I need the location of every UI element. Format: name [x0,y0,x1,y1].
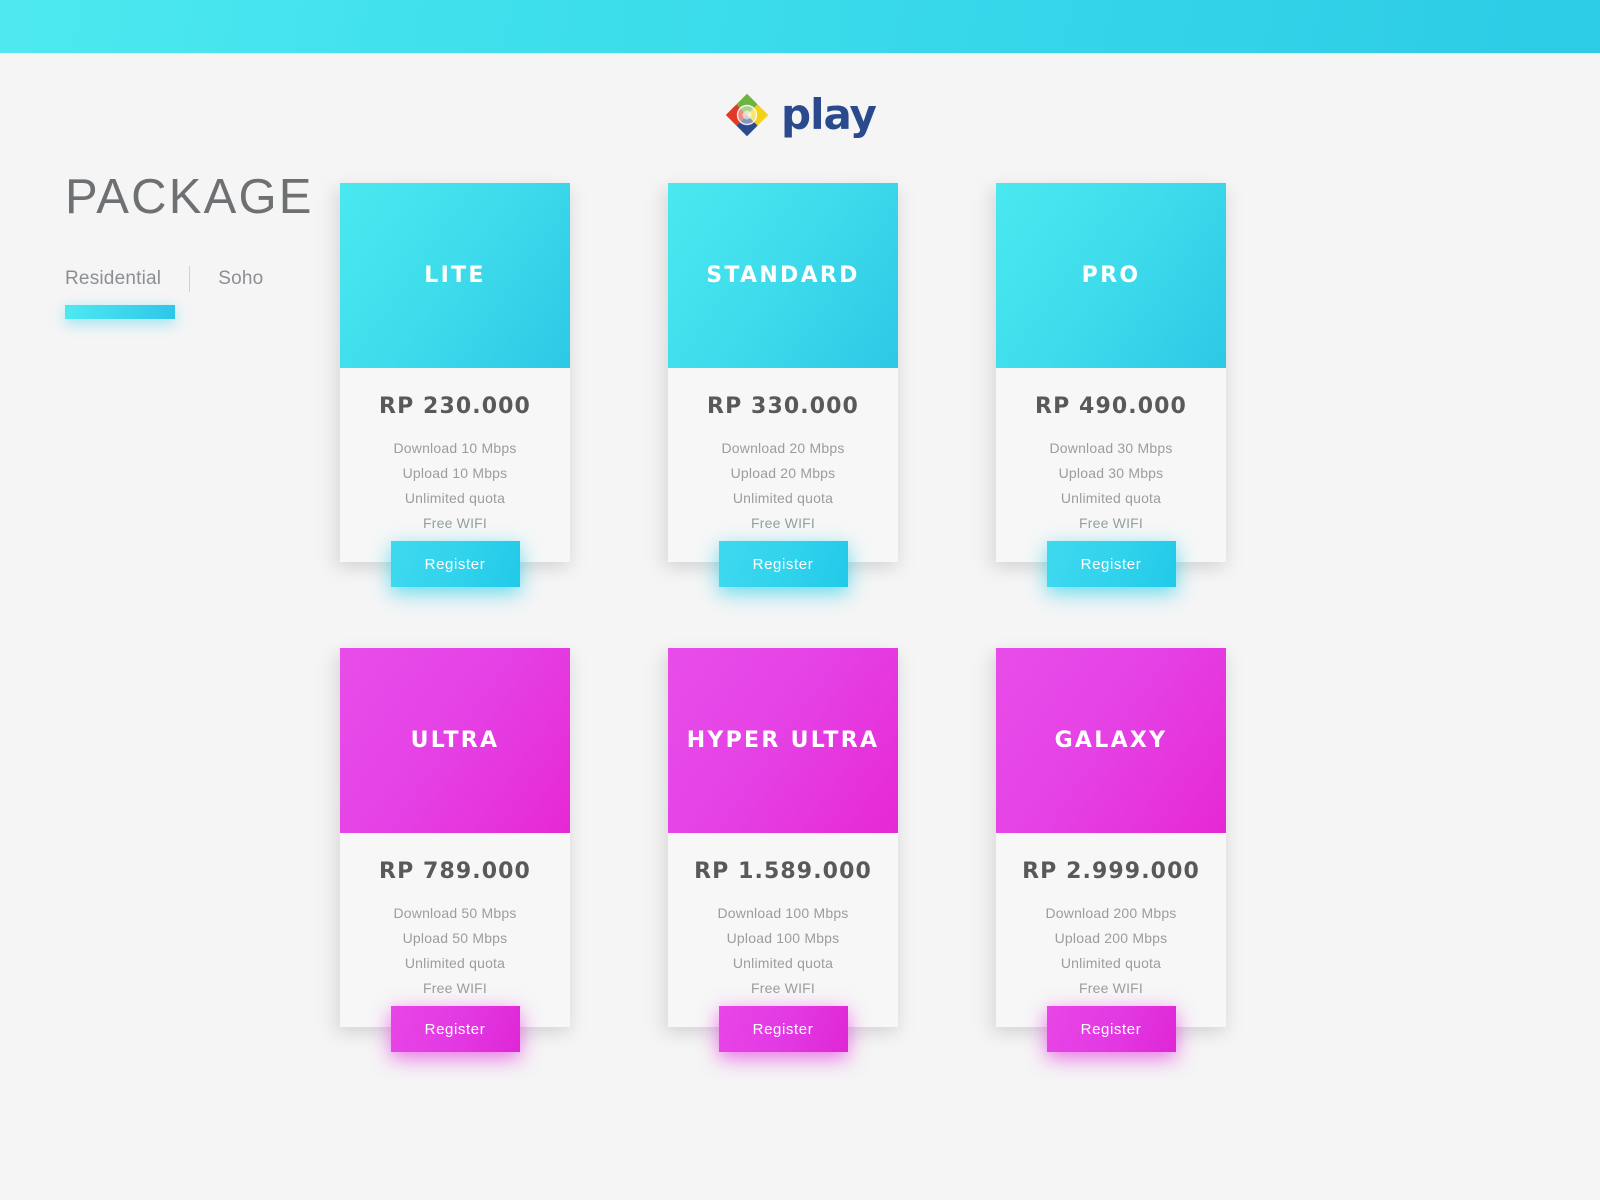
register-button-wrap: Register [996,541,1226,587]
tab-divider [189,266,191,292]
package-price: RP 2.999.000 [1022,859,1200,884]
package-heading-block: PACKAGE Residential Soho [65,173,355,319]
register-button[interactable]: Register [1046,1006,1176,1052]
register-button[interactable]: Register [718,1006,848,1052]
package-name: LITE [424,263,486,288]
package-card-pro[interactable]: PRO RP 490.000 Download 30 Mbps Upload 3… [996,183,1226,587]
feature-download: Download 50 Mbps [393,905,517,921]
feature-download: Download 30 Mbps [1049,440,1173,456]
tab-soho[interactable]: Soho [218,267,263,291]
card-header: ULTRA [340,648,570,833]
register-button[interactable]: Register [390,1006,520,1052]
feature-quota: Unlimited quota [732,490,834,506]
package-name: GALAXY [1054,728,1168,753]
package-name: ULTRA [410,728,500,753]
feature-quota: Unlimited quota [1060,955,1162,971]
tab-residential[interactable]: Residential [65,267,161,291]
package-name: HYPER ULTRA [686,728,880,753]
package-card-standard[interactable]: STANDARD RP 330.000 Download 20 Mbps Upl… [668,183,898,587]
feature-wifi: Free WIFI [1078,980,1144,996]
feature-upload: Upload 10 Mbps [402,465,508,481]
feature-quota: Unlimited quota [732,955,834,971]
package-price: RP 230.000 [379,394,531,419]
feature-quota: Unlimited quota [1060,490,1162,506]
register-button-wrap: Register [996,1006,1226,1052]
feature-wifi: Free WIFI [422,980,488,996]
card-body: RP 330.000 Download 20 Mbps Upload 20 Mb… [668,368,898,536]
card-body: RP 789.000 Download 50 Mbps Upload 50 Mb… [340,833,570,1001]
register-button[interactable]: Register [390,541,520,587]
package-name: PRO [1081,263,1141,288]
package-name: STANDARD [706,263,860,288]
card-header: LITE [340,183,570,368]
package-price: RP 330.000 [707,394,859,419]
feature-quota: Unlimited quota [404,490,506,506]
active-tab-indicator [65,305,175,319]
register-button-wrap: Register [340,1006,570,1052]
play-diamond-logo-icon [724,92,770,138]
feature-wifi: Free WIFI [750,980,816,996]
feature-download: Download 200 Mbps [1045,905,1177,921]
register-button[interactable]: Register [718,541,848,587]
feature-upload: Upload 20 Mbps [730,465,836,481]
feature-download: Download 10 Mbps [393,440,517,456]
feature-wifi: Free WIFI [1078,515,1144,531]
package-card-galaxy[interactable]: GALAXY RP 2.999.000 Download 200 Mbps Up… [996,648,1226,1052]
feature-wifi: Free WIFI [422,515,488,531]
card-body: RP 490.000 Download 30 Mbps Upload 30 Mb… [996,368,1226,536]
card-header: GALAXY [996,648,1226,833]
package-card-grid: LITE RP 230.000 Download 10 Mbps Upload … [340,183,1240,1052]
package-price: RP 490.000 [1035,394,1187,419]
package-row-1: LITE RP 230.000 Download 10 Mbps Upload … [340,183,1240,587]
feature-upload: Upload 50 Mbps [402,930,508,946]
page-title: PACKAGE [65,170,314,224]
card-body: RP 2.999.000 Download 200 Mbps Upload 20… [996,833,1226,1001]
top-accent-bar [0,0,1600,53]
card-header: STANDARD [668,183,898,368]
feature-quota: Unlimited quota [404,955,506,971]
package-card-ultra[interactable]: ULTRA RP 789.000 Download 50 Mbps Upload… [340,648,570,1052]
register-button-wrap: Register [668,1006,898,1052]
card-body: RP 1.589.000 Download 100 Mbps Upload 10… [668,833,898,1001]
brand-logo: play [0,92,1600,138]
package-card-hyper-ultra[interactable]: HYPER ULTRA RP 1.589.000 Download 100 Mb… [668,648,898,1052]
brand-name: play [781,90,877,139]
feature-upload: Upload 100 Mbps [726,930,840,946]
register-button-wrap: Register [340,541,570,587]
card-body: RP 230.000 Download 10 Mbps Upload 10 Mb… [340,368,570,536]
feature-download: Download 20 Mbps [721,440,845,456]
register-button-wrap: Register [668,541,898,587]
category-tabs: Residential Soho [65,266,355,292]
package-price: RP 1.589.000 [694,859,872,884]
register-button[interactable]: Register [1046,541,1176,587]
package-price: RP 789.000 [379,859,531,884]
feature-upload: Upload 200 Mbps [1054,930,1168,946]
feature-wifi: Free WIFI [750,515,816,531]
card-header: PRO [996,183,1226,368]
package-row-2: ULTRA RP 789.000 Download 50 Mbps Upload… [340,648,1240,1052]
feature-download: Download 100 Mbps [717,905,849,921]
feature-upload: Upload 30 Mbps [1058,465,1164,481]
card-header: HYPER ULTRA [668,648,898,833]
package-card-lite[interactable]: LITE RP 230.000 Download 10 Mbps Upload … [340,183,570,587]
